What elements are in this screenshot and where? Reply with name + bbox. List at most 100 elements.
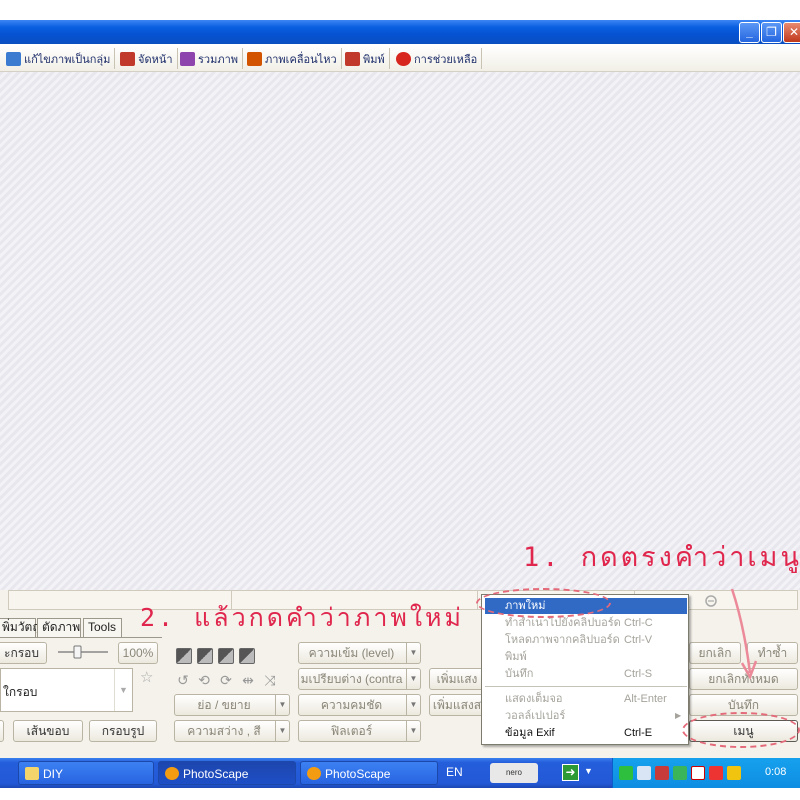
batch-edit-icon bbox=[6, 51, 21, 66]
auto-contrast-icon[interactable] bbox=[197, 648, 213, 664]
menu-item-label: ข้อมูล Exif bbox=[505, 727, 555, 739]
line-button[interactable]: เส้นขอบ bbox=[13, 720, 83, 742]
menu-item-label: ทำสำเนาไปยังคลิปบอร์ด bbox=[505, 617, 621, 629]
chevron-down-icon[interactable]: ▼ bbox=[275, 695, 289, 715]
sharpen-button[interactable]: ความคมชัด ▼ bbox=[298, 694, 421, 716]
menu-item-shortcut: Ctrl-C bbox=[624, 617, 653, 629]
annotation-step-2: 2. แล้วกดคำว่าภาพใหม่ bbox=[140, 603, 464, 632]
menu-item-fullscreen[interactable]: แสดงเต็มจอ Alt-Enter bbox=[485, 691, 687, 707]
auto-color-icon[interactable] bbox=[218, 648, 234, 664]
maximize-button[interactable]: ❐ bbox=[761, 22, 782, 43]
menu-label: ภาพเคลื่อนไหว bbox=[265, 53, 337, 66]
menu-item-label: วอลล์เปเปอร์ bbox=[505, 710, 566, 722]
signal-icon[interactable] bbox=[619, 766, 633, 780]
star-icon[interactable]: ☆ bbox=[140, 668, 153, 686]
menu-combine[interactable]: รวมภาพ bbox=[177, 48, 244, 69]
add-light-button[interactable]: เพิ่มแสง bbox=[429, 668, 485, 690]
update-icon[interactable] bbox=[673, 766, 687, 780]
minimize-button[interactable]: _ bbox=[739, 22, 760, 43]
clock: 0:08 bbox=[765, 766, 787, 778]
resize-button[interactable]: ย่อ / ขยาย ▼ bbox=[174, 694, 290, 716]
add-light-2-button[interactable]: เพิ่มแสงส bbox=[429, 694, 485, 716]
taskbar-label: DIY bbox=[43, 767, 64, 781]
arrow-right-icon[interactable]: ➜ bbox=[562, 764, 579, 781]
menu-item-copy[interactable]: ทำสำเนาไปยังคลิปบอร์ด Ctrl-C bbox=[485, 615, 687, 631]
photoscape-icon bbox=[307, 767, 321, 780]
folder-icon bbox=[25, 767, 39, 780]
auto-fix-icon[interactable] bbox=[239, 648, 255, 664]
chevron-right-icon: ▶ bbox=[675, 711, 682, 720]
menu-item-shortcut: Ctrl-S bbox=[624, 668, 653, 680]
menu-animated-gif[interactable]: ภาพเคลื่อนไหว bbox=[244, 48, 342, 69]
menu-help[interactable]: การช่วยเหลือ bbox=[393, 48, 483, 69]
image-canvas[interactable] bbox=[0, 72, 800, 590]
taskbar-diy[interactable]: DIY bbox=[18, 761, 154, 785]
menu-item-print[interactable]: พิมพ์ bbox=[485, 649, 687, 665]
menu-label: แก้ไขภาพเป็นกลุ่ม bbox=[24, 53, 111, 66]
menu-label: จัดหน้า bbox=[138, 53, 173, 66]
chevron-down-icon[interactable]: ▼ bbox=[406, 695, 420, 715]
screen-bottom-strip bbox=[0, 788, 800, 800]
chevron-down-icon[interactable]: ▼ bbox=[114, 669, 132, 711]
brightness-label: ความสว่าง , สี bbox=[187, 724, 261, 738]
menu-item-exif[interactable]: ข้อมูล Exif Ctrl-E bbox=[485, 725, 687, 741]
shield-icon[interactable] bbox=[691, 766, 705, 780]
tab-tools[interactable]: Tools bbox=[83, 618, 122, 637]
auto-level-icon[interactable] bbox=[176, 648, 192, 664]
network-icon[interactable] bbox=[637, 766, 651, 780]
contrast-button[interactable]: มเปรียบต่าง (contra ▼ bbox=[298, 668, 421, 690]
menu-item-label: โหลดภาพจากคลิปบอร์ด bbox=[505, 634, 620, 646]
chevron-down-icon[interactable]: ▼ bbox=[406, 721, 420, 741]
level-label: ความเข้ม (level) bbox=[308, 646, 395, 660]
frame-select[interactable]: ใกรอบ ▼ bbox=[0, 668, 133, 712]
menu-item-paste[interactable]: โหลดภาพจากคลิปบอร์ด Ctrl-V bbox=[485, 632, 687, 648]
rotate-left-icon[interactable]: ↺ bbox=[175, 672, 191, 688]
context-menu: ภาพใหม่ ทำสำเนาไปยังคลิปบอร์ด Ctrl-C โหล… bbox=[481, 594, 689, 745]
chevron-down-icon[interactable]: ▼ bbox=[584, 766, 593, 776]
menu-item-label: พิมพ์ bbox=[505, 651, 527, 663]
menu-page-layout[interactable]: จัดหน้า bbox=[117, 48, 178, 69]
chevron-down-icon[interactable]: ▼ bbox=[406, 669, 420, 689]
volume-icon[interactable] bbox=[709, 766, 723, 780]
close-button[interactable]: ✕ bbox=[783, 22, 800, 43]
flip-horizontal-icon[interactable]: ⇹ bbox=[240, 672, 256, 688]
frame-select-value: ใกรอบ bbox=[3, 685, 38, 699]
system-tray: 0:08 bbox=[612, 758, 800, 788]
highlight-new-image-oval bbox=[476, 588, 611, 618]
taskbar-photoscape-2[interactable]: PhotoScape bbox=[300, 761, 438, 785]
menu-print[interactable]: พิมพ์ bbox=[342, 48, 390, 69]
nero-search-icon[interactable]: nero SEARCH bbox=[490, 763, 538, 797]
taskbar-photoscape-1[interactable]: PhotoScape bbox=[158, 761, 296, 785]
chevron-down-icon[interactable]: ▼ bbox=[275, 721, 289, 741]
language-indicator[interactable]: EN bbox=[446, 765, 463, 779]
highlight-menu-oval bbox=[682, 712, 800, 748]
frame-button[interactable]: ะกรอบ bbox=[0, 642, 47, 664]
menu-item-shortcut: Ctrl-E bbox=[624, 727, 653, 739]
taskbar-label: PhotoScape bbox=[183, 767, 249, 781]
flip-vertical-icon[interactable]: ⤨ bbox=[262, 672, 278, 688]
menu-item-wallpaper[interactable]: วอลล์เปเปอร์ ▶ bbox=[485, 708, 687, 724]
print-icon bbox=[345, 51, 360, 66]
page-layout-icon bbox=[120, 51, 135, 66]
tab-crop[interactable]: ตัดภาพ bbox=[37, 618, 81, 637]
zoom-percent: 100% bbox=[118, 642, 158, 664]
brightness-button[interactable]: ความสว่าง , สี ▼ bbox=[174, 720, 290, 742]
menu-item-shortcut: Alt-Enter bbox=[624, 693, 667, 705]
prev-button[interactable] bbox=[0, 720, 4, 742]
zoom-slider[interactable] bbox=[56, 643, 110, 661]
rotate-cw-icon[interactable]: ⟳ bbox=[218, 672, 234, 688]
antivirus-icon[interactable] bbox=[655, 766, 669, 780]
tab-object[interactable]: พิ่มวัตถุ bbox=[0, 618, 40, 637]
combine-icon bbox=[180, 51, 195, 66]
photoscape-icon bbox=[165, 767, 179, 780]
shape-frame-button[interactable]: กรอบรูป bbox=[89, 720, 157, 742]
battery-icon[interactable] bbox=[727, 766, 741, 780]
menu-item-save[interactable]: บันทึก Ctrl-S bbox=[485, 666, 687, 682]
menu-batch-edit[interactable]: แก้ไขภาพเป็นกลุ่ม bbox=[3, 48, 116, 69]
contrast-label: มเปรียบต่าง (contra bbox=[300, 672, 403, 686]
chevron-down-icon[interactable]: ▼ bbox=[406, 643, 420, 663]
rotate-ccw-icon[interactable]: ⟲ bbox=[196, 672, 212, 688]
level-button[interactable]: ความเข้ม (level) ▼ bbox=[298, 642, 421, 664]
filter-button[interactable]: ฟิลเตอร์ ▼ bbox=[298, 720, 421, 742]
animated-gif-icon bbox=[247, 51, 262, 66]
